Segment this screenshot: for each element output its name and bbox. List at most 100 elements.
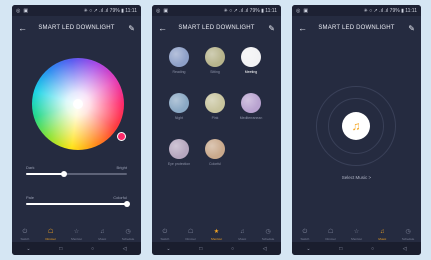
- tab-shortcut[interactable]: ☆ Shortcut: [64, 229, 88, 241]
- nav-home-icon[interactable]: ○: [371, 246, 374, 252]
- back-arrow-icon[interactable]: ←: [158, 23, 170, 33]
- scene-thumbnail: [241, 93, 261, 113]
- tab-shortcut[interactable]: ☆ Shortcut: [344, 229, 368, 241]
- edit-pencil-icon[interactable]: ✎: [403, 24, 415, 33]
- gallery-icon: ▣: [23, 7, 29, 14]
- page-title: SMART LED DOWNLIGHT: [38, 25, 115, 31]
- music-icon: ♫: [240, 229, 245, 235]
- nav-back-icon[interactable]: ◁: [403, 246, 407, 252]
- scene-thumbnail: [169, 93, 189, 113]
- scene-item[interactable]: Colorful: [205, 139, 225, 166]
- brightness-thumb[interactable]: [61, 171, 68, 177]
- nav-home-icon[interactable]: ○: [231, 246, 234, 252]
- scene-thumbnail: [241, 47, 261, 67]
- app-bar: ← SMART LED DOWNLIGHT ✎: [12, 16, 141, 40]
- scene-thumbnail: [169, 47, 189, 67]
- scene-thumbnail: [205, 139, 225, 159]
- select-music-link[interactable]: Select Music >: [292, 175, 421, 180]
- scene-label: Mediterranean: [239, 116, 263, 120]
- status-right: ✳ ○ ↗ .ıl .ıl 79% ▮ 11:11: [83, 7, 137, 14]
- scene-item[interactable]: Pink: [205, 93, 225, 120]
- tab-switch[interactable]: ⏻ Switch: [293, 229, 317, 241]
- nav-recent-icon[interactable]: □: [339, 246, 342, 252]
- nav-home-icon[interactable]: ○: [91, 246, 94, 252]
- tab-schedule[interactable]: ◷ Schedule: [396, 229, 420, 241]
- status-bar: ◎ ▣ ✳ ○ ↗ .ıl .ıl 79% ▮ 11:11: [152, 5, 281, 16]
- tab-dimmer[interactable]: ☖ Dimmer: [179, 229, 203, 241]
- music-disc[interactable]: ♫: [342, 112, 370, 140]
- tab-dimmer[interactable]: ☖ Dimmer: [39, 229, 63, 241]
- phone-music-screen: ◎ ▣ ✳ ○ ↗ .ıl .ıl 79% ▮ 11:11 ← SMART LED…: [292, 5, 421, 255]
- scene-thumbnail: [205, 93, 225, 113]
- brightness-fill: [26, 173, 65, 175]
- clock-icon: ◷: [125, 229, 131, 235]
- nav-back-icon[interactable]: ◁: [263, 246, 267, 252]
- color-picker-handle[interactable]: [117, 132, 126, 141]
- dark-label: Dark: [26, 165, 35, 170]
- status-bar: ◎ ▣ ✳ ○ ↗ .ıl .ıl 79% ▮ 11:11: [292, 5, 421, 16]
- edit-pencil-icon[interactable]: ✎: [263, 24, 275, 33]
- tab-shortcut[interactable]: ★ Shortcut: [204, 229, 228, 241]
- status-right: ✳ ○ ↗ .ıl .ıl 79% ▮ 11:11: [363, 7, 417, 14]
- nav-down-icon[interactable]: ⌄: [306, 246, 310, 252]
- saturation-fill: [26, 203, 127, 205]
- power-icon: ⏻: [22, 229, 28, 235]
- tab-music[interactable]: ♫ Music: [230, 229, 254, 241]
- scene-item[interactable]: Mediterranean: [240, 93, 262, 120]
- music-icon: ♫: [100, 229, 105, 235]
- star-icon: ☆: [353, 229, 360, 235]
- scene-label: Eye protection: [167, 162, 191, 166]
- tab-switch[interactable]: ⏻ Switch: [13, 229, 37, 241]
- star-icon: ☆: [73, 229, 80, 235]
- pale-label: Pale: [26, 195, 35, 200]
- scene-label: Colorful: [208, 162, 222, 166]
- tab-schedule[interactable]: ◷ Schedule: [116, 229, 140, 241]
- tab-dimmer[interactable]: ☖ Dimmer: [319, 229, 343, 241]
- tab-switch[interactable]: ⏻ Switch: [153, 229, 177, 241]
- phone-color-screen: ◎ ▣ ✳ ○ ↗ .ıl .ıl 79% ▮ 11:11 ← SMART LED…: [12, 5, 141, 255]
- nav-down-icon[interactable]: ⌄: [26, 246, 30, 252]
- nav-recent-icon[interactable]: □: [199, 246, 202, 252]
- bright-label: Bright: [116, 165, 127, 170]
- scene-label: Meeting: [244, 70, 258, 74]
- scene-label: Reading: [172, 70, 186, 74]
- wheel-center-dot: [73, 99, 83, 109]
- saturation-thumb[interactable]: [124, 201, 130, 207]
- music-note-icon: ♫: [351, 119, 361, 133]
- back-arrow-icon[interactable]: ←: [18, 23, 30, 33]
- status-right: ✳ ○ ↗ .ıl .ıl 79% ▮ 11:11: [223, 7, 277, 14]
- system-nav-bar: ⌄ □ ○ ◁: [152, 242, 281, 255]
- gallery-icon: ▣: [163, 7, 169, 14]
- bottom-tab-bar: ⏻ Switch ☖ Dimmer ★ Shortcut ♫ Music ◷ Schedu…: [152, 228, 281, 242]
- nav-recent-icon[interactable]: □: [59, 246, 62, 252]
- notification-icon: ◎: [296, 7, 301, 14]
- tab-music[interactable]: ♫ Music: [90, 229, 114, 241]
- power-icon: ⏻: [302, 229, 308, 235]
- back-arrow-icon[interactable]: ←: [298, 23, 310, 33]
- scene-item[interactable]: Eye protection: [168, 139, 190, 166]
- scene-item[interactable]: Meeting: [241, 47, 261, 74]
- colorful-label: Colorful: [113, 195, 127, 200]
- scene-item[interactable]: Night: [169, 93, 189, 120]
- tab-music[interactable]: ♫ Music: [370, 229, 394, 241]
- scene-thumbnail: [205, 47, 225, 67]
- page-title: SMART LED DOWNLIGHT: [178, 25, 255, 31]
- scene-thumbnail: [169, 139, 189, 159]
- edit-pencil-icon[interactable]: ✎: [123, 24, 135, 33]
- brightness-slider[interactable]: [26, 171, 127, 177]
- phone-scenes-screen: ◎ ▣ ✳ ○ ↗ .ıl .ıl 79% ▮ 11:11 ← SMART LED…: [152, 5, 281, 255]
- app-bar: ← SMART LED DOWNLIGHT ✎: [152, 16, 281, 40]
- saturation-slider[interactable]: [26, 201, 130, 207]
- status-bar: ◎ ▣ ✳ ○ ↗ .ıl .ıl 79% ▮ 11:11: [12, 5, 141, 16]
- scene-item[interactable]: Sitting: [205, 47, 225, 74]
- scene-item[interactable]: Reading: [169, 47, 189, 74]
- tab-schedule[interactable]: ◷ Schedule: [256, 229, 280, 241]
- nav-down-icon[interactable]: ⌄: [166, 246, 170, 252]
- notification-icon: ◎: [156, 7, 161, 14]
- brightness-labels: Dark Bright: [26, 165, 127, 170]
- saturation-labels: Pale Colorful: [26, 195, 127, 200]
- music-icon: ♫: [380, 229, 385, 235]
- nav-back-icon[interactable]: ◁: [123, 246, 127, 252]
- gallery-icon: ▣: [303, 7, 309, 14]
- system-nav-bar: ⌄ □ ○ ◁: [12, 242, 141, 255]
